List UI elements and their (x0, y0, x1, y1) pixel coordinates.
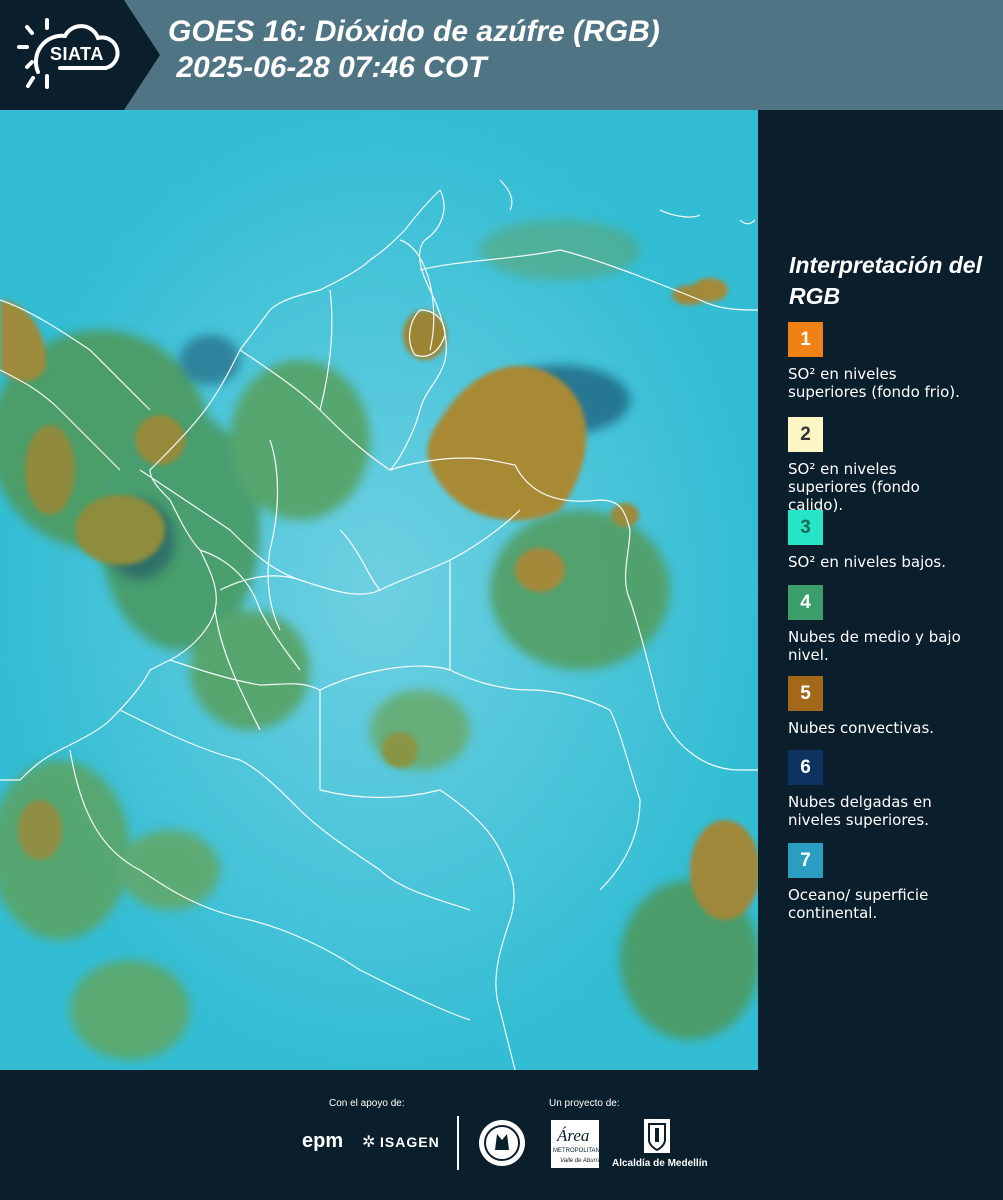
legend-item-5: 5 Nubes convectivas. (788, 676, 978, 737)
coat-of-arms-icon (644, 1119, 670, 1153)
project-label: Un proyecto de: (549, 1098, 620, 1109)
support-label: Con el apoyo de: (329, 1098, 405, 1109)
logo-panel: SIATA (0, 0, 160, 110)
legend-title: Interpretación del RGB (789, 252, 982, 309)
legend-item-2: 2 SO² en niveles superiores (fondo calid… (788, 417, 978, 514)
area-metro-logo: Área (557, 1126, 590, 1145)
page-title: GOES 16: Dióxido de azúfre (RGB) 2025-06… (168, 15, 660, 84)
legend-desc-4: Nubes de medio y bajo nivel. (788, 628, 961, 664)
logo-text: SIATA (50, 44, 104, 64)
legend-swatch-6: 6 (788, 750, 823, 785)
legend-item-3: 3 SO² en niveles bajos. (788, 510, 978, 571)
legend-item-6: 6 Nubes delgadas en niveles superiores. (788, 750, 978, 829)
map-divider (758, 110, 761, 1070)
legend-desc-6: Nubes delgadas en niveles superiores. (788, 793, 932, 829)
seal-icon (479, 1120, 525, 1166)
legend-desc-7: Oceano/ superficie continental. (788, 886, 929, 922)
legend-swatch-3: 3 (788, 510, 823, 545)
legend-item-7: 7 Oceano/ superficie continental. (788, 843, 978, 922)
legend-item-4: 4 Nubes de medio y bajo nivel. (788, 585, 978, 664)
satellite-map (0, 110, 758, 1070)
footer: Con el apoyo de: Un proyecto de: epm ✲ I… (0, 1070, 1003, 1200)
legend-swatch-2: 2 (788, 417, 823, 452)
legend-item-1: 1 SO² en niveles superiores (fondo frio)… (788, 322, 978, 401)
legend-swatch-1: 1 (788, 322, 823, 357)
legend-swatch-7: 7 (788, 843, 823, 878)
map-canvas (0, 110, 758, 1070)
legend-swatch-4: 4 (788, 585, 823, 620)
isagen-icon: ✲ (362, 1134, 376, 1151)
area-metro-sub2: Valle de Aburrá (560, 1158, 601, 1164)
header-bar: SIATA GOES 16: Dióxido de azúfre (RGB) 2… (0, 0, 1003, 110)
area-metro-sub: METROPOLITANA (553, 1148, 604, 1154)
legend-desc-1: SO² en niveles superiores (fondo frio). (788, 365, 960, 401)
legend-desc-3: SO² en niveles bajos. (788, 553, 947, 571)
alcaldia-logo: Alcaldía de Medellín (612, 1158, 708, 1169)
isagen-logo: ISAGEN (380, 1134, 440, 1150)
legend-swatch-5: 5 (788, 676, 823, 711)
epm-logo: epm (302, 1130, 344, 1152)
legend-desc-2: SO² en niveles superiores (fondo calido)… (788, 460, 920, 514)
legend-desc-5: Nubes convectivas. (788, 719, 935, 737)
footer-divider (457, 1116, 459, 1170)
